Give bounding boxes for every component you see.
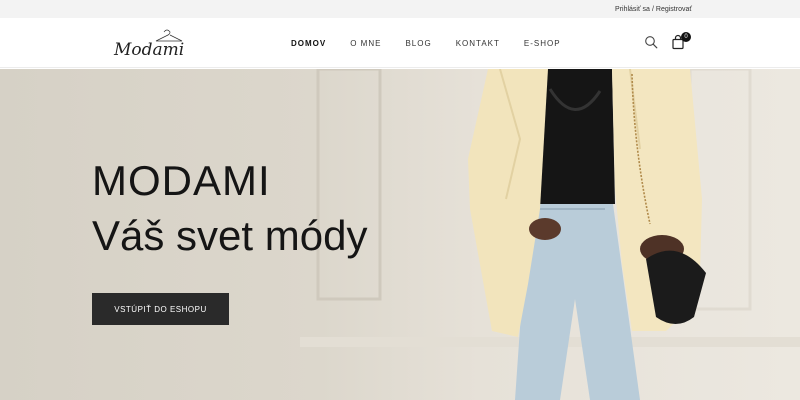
auth-separator: / [651, 5, 654, 13]
hero-subtitle: Váš svet módy [92, 212, 368, 259]
enter-eshop-button[interactable]: VSTÚPIŤ DO ESHOPU [92, 293, 229, 325]
login-link[interactable]: Prihlásiť sa [615, 6, 650, 13]
logo-wordmark: Modami [113, 40, 184, 60]
register-link[interactable]: Registrovať [656, 6, 692, 13]
top-bar: Prihlásiť sa / Registrovať [0, 0, 800, 18]
nav-item-kontakt[interactable]: KONTAKT [456, 39, 500, 48]
site-logo[interactable]: Modami [112, 24, 186, 62]
search-icon[interactable] [644, 35, 658, 49]
hero-banner: MODAMI Váš svet módy VSTÚPIŤ DO ESHOPU [0, 69, 800, 400]
nav-item-e-shop[interactable]: E-SHOP [524, 39, 561, 48]
site-header: Modami DOMOV O MNE BLOG KONTAKT E-SHOP 0 [0, 18, 800, 68]
main-navigation: DOMOV O MNE BLOG KONTAKT E-SHOP [291, 18, 585, 68]
hero-title: MODAMI [92, 157, 271, 204]
nav-item-domov[interactable]: DOMOV [291, 39, 326, 48]
cart-count-badge: 0 [681, 32, 691, 42]
nav-item-o-mne[interactable]: O MNE [350, 39, 381, 48]
nav-item-blog[interactable]: BLOG [405, 39, 431, 48]
